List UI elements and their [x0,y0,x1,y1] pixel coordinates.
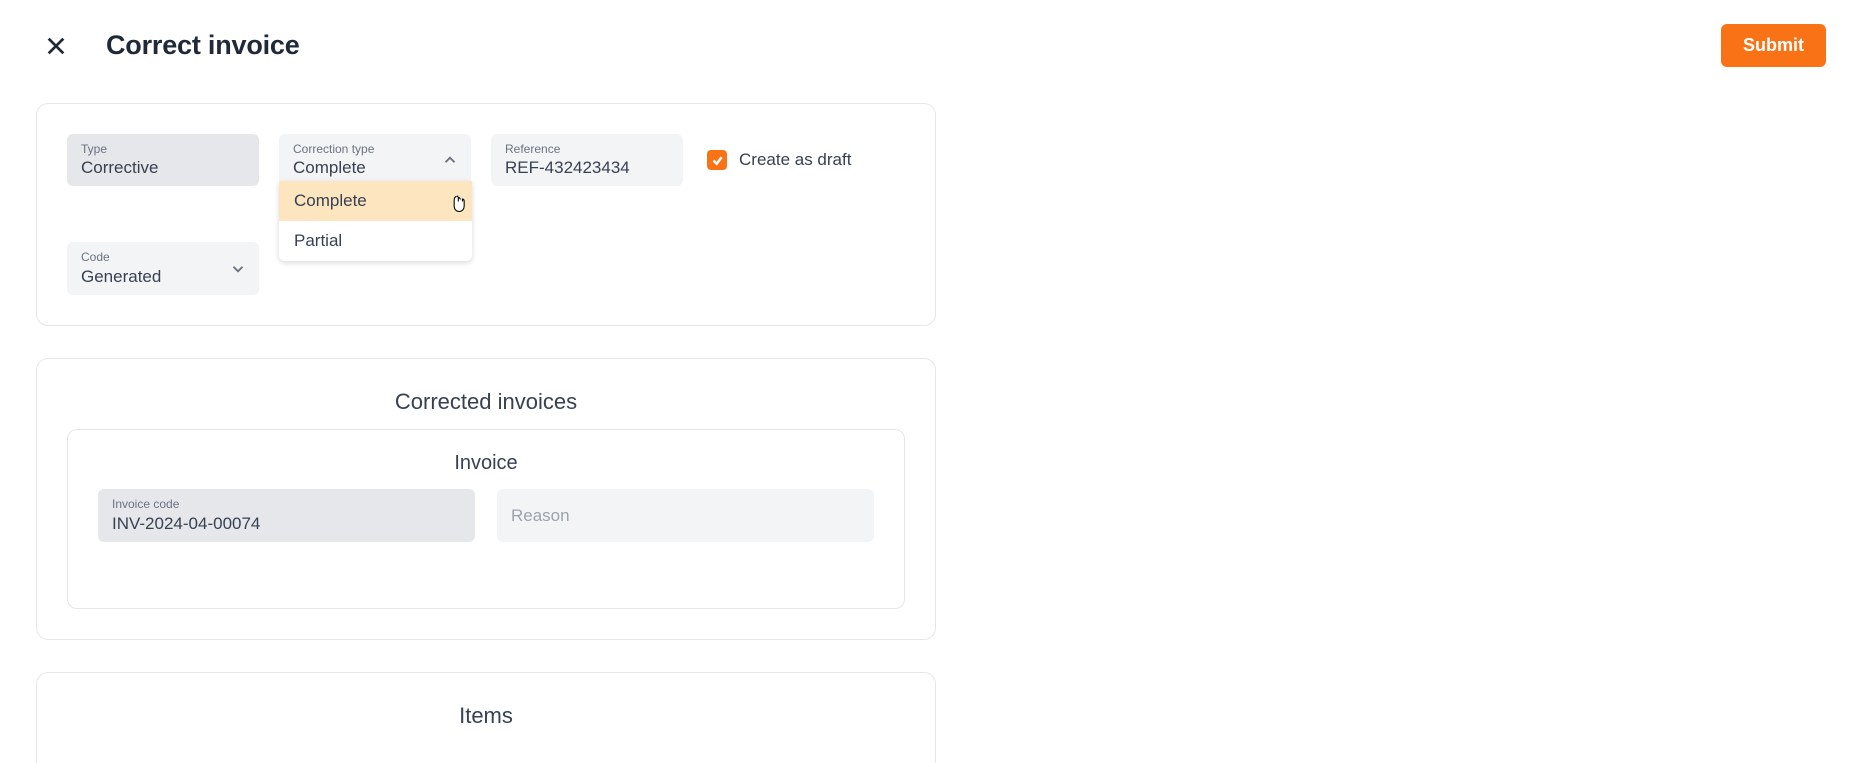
invoice-code-field: Invoice code INV-2024-04-00074 [98,489,475,542]
invoice-row: Invoice code INV-2024-04-00074 Reason [98,489,874,542]
correction-type-value: Complete [293,157,457,179]
page-header: Correct invoice Submit [0,0,1862,85]
invoice-code-value: INV-2024-04-00074 [112,513,461,535]
chevron-up-icon [441,151,459,169]
invoice-subcard: Invoice Invoice code INV-2024-04-00074 R… [67,429,905,609]
correction-type-label: Correction type [293,142,457,156]
correction-settings-card: Type Corrective Correction type Complete… [36,103,936,326]
code-label: Code [81,250,245,264]
create-as-draft-checkbox[interactable] [707,150,727,170]
type-label: Type [81,142,245,156]
settings-row-2: Code Generated [67,242,905,294]
corrected-invoices-card: Corrected invoices Invoice Invoice code … [36,358,936,640]
reason-field[interactable]: Reason [497,489,874,542]
correction-type-dropdown: Complete Partial [279,181,472,261]
create-as-draft-wrap: Create as draft [707,150,851,170]
close-button[interactable] [42,32,70,60]
reference-label: Reference [505,142,669,156]
chevron-down-icon [229,260,247,278]
reason-placeholder: Reason [511,497,860,535]
items-card: Items [36,672,936,763]
submit-button[interactable]: Submit [1721,24,1826,67]
check-icon [711,154,724,167]
content-wrap: Type Corrective Correction type Complete… [0,85,1862,763]
type-field: Type Corrective [67,134,259,186]
dropdown-option-complete[interactable]: Complete [279,181,472,221]
type-value: Corrective [81,157,245,179]
create-as-draft-label: Create as draft [739,150,851,170]
close-icon [45,35,67,57]
correction-type-field[interactable]: Correction type Complete [279,134,471,186]
correction-type-wrapper: Correction type Complete Complete Partia… [279,134,471,186]
items-title: Items [67,703,905,729]
code-field[interactable]: Code Generated [67,242,259,294]
settings-row-1: Type Corrective Correction type Complete… [67,134,905,186]
dropdown-option-partial[interactable]: Partial [279,221,472,261]
invoice-title: Invoice [98,452,874,475]
corrected-invoices-title: Corrected invoices [67,389,905,415]
reference-value: REF-432423434 [505,157,669,179]
header-left: Correct invoice [42,30,300,61]
page-title: Correct invoice [106,30,300,61]
code-value: Generated [81,266,245,288]
form-scroll-area[interactable]: Type Corrective Correction type Complete… [36,85,986,763]
reference-field[interactable]: Reference REF-432423434 [491,134,683,186]
invoice-code-label: Invoice code [112,497,461,511]
